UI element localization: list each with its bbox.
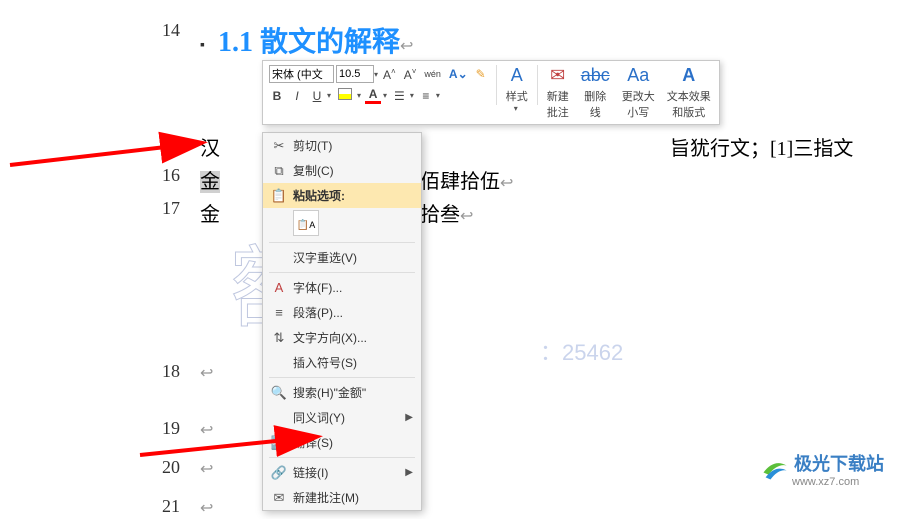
scissors-icon: ✂ bbox=[269, 138, 289, 154]
text-effects-icon: A bbox=[682, 65, 695, 86]
change-case-button[interactable]: Aa 更改大 小写 bbox=[616, 63, 661, 122]
menu-separator bbox=[269, 242, 415, 243]
paragraph-mark-icon: ↩ bbox=[460, 208, 473, 225]
line-content[interactable]: ↩ bbox=[200, 496, 213, 519]
clear-formatting-button[interactable]: A⌄ bbox=[446, 66, 471, 82]
text-effects-label: 文本效果 和版式 bbox=[667, 88, 711, 120]
phonetic-guide-button[interactable]: wén bbox=[421, 68, 444, 80]
font-color-button[interactable]: A bbox=[365, 87, 381, 104]
menu-separator bbox=[269, 272, 415, 273]
chevron-down-icon[interactable]: ▾ bbox=[374, 70, 378, 79]
paragraph-mark-icon: ↩ bbox=[500, 175, 513, 192]
format-painter-button[interactable]: ✎ bbox=[473, 66, 489, 82]
chevron-down-icon: ▾ bbox=[514, 104, 518, 113]
bullet-icon: ▪ bbox=[200, 38, 205, 53]
chevron-down-icon[interactable]: ▾ bbox=[357, 91, 361, 100]
styles-icon: A bbox=[511, 65, 523, 86]
decrease-font-button[interactable]: A˅ bbox=[401, 66, 420, 83]
paragraph-mark-icon: ↩ bbox=[200, 365, 213, 382]
line-17: 17 金 陆拾叁↩ bbox=[0, 198, 904, 227]
search-icon: 🔍 bbox=[269, 385, 289, 401]
text-fragment: 金 bbox=[200, 204, 220, 226]
line-number: 17 bbox=[0, 198, 200, 219]
line-14: 14 ▪ 1.1 散文的解释↩ bbox=[0, 20, 904, 60]
menu-paste-options[interactable]: 📋 粘贴选项: bbox=[263, 183, 421, 208]
menu-copy[interactable]: ⧉ 复制(C) bbox=[263, 158, 421, 183]
paragraph-mark-icon: ↩ bbox=[200, 500, 213, 517]
strikethrough-icon: abc bbox=[581, 65, 610, 86]
chevron-down-icon[interactable]: ▾ bbox=[436, 91, 440, 100]
line-number: 18 bbox=[0, 361, 200, 382]
strikethrough-label: 删除 线 bbox=[584, 88, 606, 120]
copy-icon: ⧉ bbox=[269, 163, 289, 179]
mini-toolbar: ▾ A˄ A˅ wén A⌄ ✎ B I U ▾ ▾ A ▾ ☰ ▾ ≡ ▾ A… bbox=[262, 60, 720, 125]
chevron-down-icon[interactable]: ▾ bbox=[410, 91, 414, 100]
bold-button[interactable]: B bbox=[269, 88, 285, 104]
line-content[interactable]: ↩ bbox=[200, 361, 213, 384]
menu-search[interactable]: 🔍 搜索(H)"金额" bbox=[263, 380, 421, 405]
line-content[interactable]: ▪ 1.1 散文的解释↩ bbox=[200, 20, 413, 60]
text-effects-button[interactable]: A 文本效果 和版式 bbox=[661, 63, 717, 122]
annotation-arrow-2 bbox=[135, 405, 335, 465]
toolbar-divider bbox=[496, 65, 497, 105]
chevron-right-icon: ▶ bbox=[405, 412, 413, 423]
paste-icon: 📋 bbox=[269, 188, 289, 204]
logo-name: 极光下载站 bbox=[794, 450, 884, 476]
styles-label: 样式 bbox=[506, 88, 528, 104]
logo-url: www.xz7.com bbox=[792, 476, 884, 488]
toolbar-divider bbox=[537, 65, 538, 105]
increase-font-button[interactable]: A˄ bbox=[380, 66, 399, 83]
annotation-arrow-1 bbox=[5, 95, 215, 175]
site-logo: 极光下载站 www.xz7.com bbox=[760, 450, 884, 488]
comment-icon: ✉ bbox=[269, 490, 289, 506]
chevron-right-icon: ▶ bbox=[405, 467, 413, 478]
heading-text: 散文的解释 bbox=[260, 27, 400, 58]
italic-button[interactable]: I bbox=[289, 88, 305, 104]
comment-icon: ✉ bbox=[550, 65, 565, 86]
bullets-button[interactable]: ☰ bbox=[391, 88, 408, 104]
text-direction-icon: ⇅ bbox=[269, 330, 289, 346]
line-number: 14 bbox=[0, 20, 200, 41]
styles-button[interactable]: A 样式 ▾ bbox=[500, 63, 534, 122]
text-fragment: 旨犹行文；[1]三指文 bbox=[670, 138, 853, 160]
menu-cut[interactable]: ✂ 剪切(T) bbox=[263, 133, 421, 158]
highlight-button[interactable] bbox=[335, 87, 355, 104]
menu-hanzi-reselect[interactable]: 汉字重选(V) bbox=[263, 245, 421, 270]
chevron-down-icon[interactable]: ▾ bbox=[383, 91, 387, 100]
new-comment-label: 新建 批注 bbox=[547, 88, 569, 120]
heading-number: 1.1 bbox=[218, 27, 253, 58]
underline-button[interactable]: U bbox=[309, 88, 325, 104]
menu-text-direction[interactable]: ⇅ 文字方向(X)... bbox=[263, 325, 421, 350]
menu-paragraph[interactable]: ≡ 段落(P)... bbox=[263, 300, 421, 325]
new-comment-button[interactable]: ✉ 新建 批注 bbox=[541, 63, 575, 122]
line-18: 18 ↩ bbox=[0, 361, 904, 384]
menu-new-comment[interactable]: ✉ 新建批注(M) bbox=[263, 485, 421, 510]
logo-swoosh-icon bbox=[760, 455, 788, 483]
font-icon: A bbox=[269, 280, 289, 295]
font-size-select[interactable] bbox=[336, 65, 374, 83]
link-icon: 🔗 bbox=[269, 465, 289, 481]
menu-insert-symbol[interactable]: 插入符号(S) bbox=[263, 350, 421, 375]
strikethrough-button[interactable]: abc 删除 线 bbox=[575, 63, 616, 122]
change-case-icon: Aa bbox=[627, 65, 649, 86]
paragraph-icon: ≡ bbox=[269, 305, 289, 320]
font-name-select[interactable] bbox=[269, 65, 334, 83]
menu-separator bbox=[269, 377, 415, 378]
paragraph-mark-icon: ↩ bbox=[400, 38, 413, 55]
chevron-down-icon[interactable]: ▾ bbox=[327, 91, 331, 100]
menu-font[interactable]: A 字体(F)... bbox=[263, 275, 421, 300]
line-number: 21 bbox=[0, 496, 200, 517]
line-21: 21 ↩ bbox=[0, 496, 904, 519]
numbering-button[interactable]: ≡ bbox=[418, 88, 434, 104]
change-case-label: 更改大 小写 bbox=[622, 88, 655, 120]
paste-option-keep-text[interactable]: 📋A bbox=[293, 210, 319, 236]
